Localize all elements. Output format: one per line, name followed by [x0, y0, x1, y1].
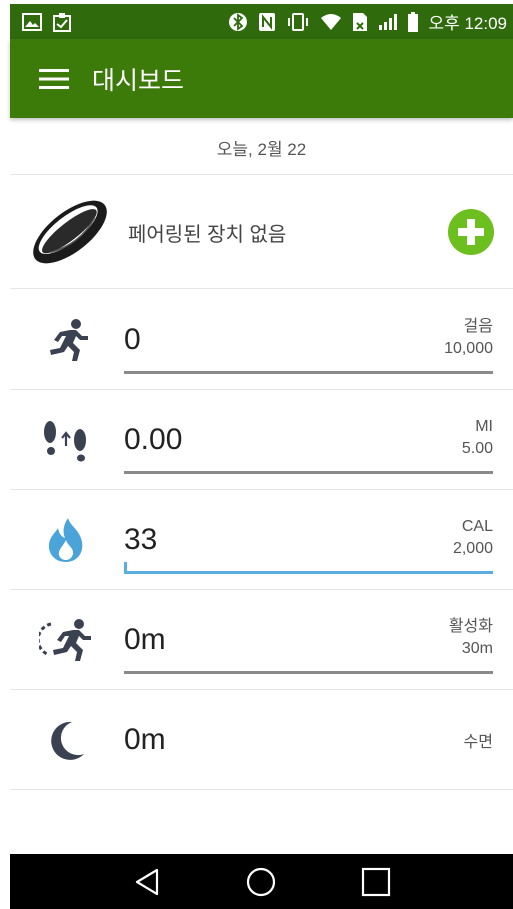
calories-goal: CAL 2,000: [453, 516, 493, 560]
status-left: [22, 12, 72, 32]
sleep-value: 0m: [124, 723, 166, 756]
back-triangle-icon: [136, 868, 159, 895]
home-button[interactable]: [231, 857, 291, 907]
flame-icon: [38, 515, 94, 565]
sleep-goal: 수면: [464, 732, 493, 754]
running-person-icon: [38, 315, 94, 365]
metric-sleep[interactable]: 0m 수면: [10, 690, 513, 790]
status-right: 오후 12:09: [228, 9, 507, 34]
steps-progress-bar: [124, 371, 493, 374]
distance-unit: MI: [475, 418, 493, 435]
signal-icon: [378, 13, 398, 31]
bluetooth-icon: [228, 12, 248, 32]
hamburger-menu-icon: [39, 68, 69, 89]
metric-calories[interactable]: 33 CAL 2,000: [10, 490, 513, 590]
image-icon: [22, 12, 42, 31]
metric-active[interactable]: 0m 활성화 30m: [10, 590, 513, 690]
active-unit: 활성화: [448, 618, 493, 635]
date-selector[interactable]: 오늘, 2월 22: [10, 120, 513, 175]
recents-square-icon: [361, 867, 390, 896]
calories-progress-marker: [124, 562, 127, 574]
steps-unit: 걸음: [463, 318, 493, 335]
calories-progress-bar: [124, 562, 493, 574]
distance-goal-value: 5.00: [461, 440, 493, 457]
date-label: 오늘, 2월 22: [216, 139, 307, 159]
active-goal: 활성화 30m: [449, 616, 493, 660]
nfc-icon: [258, 12, 276, 32]
metric-steps[interactable]: 0 걸음 10,000: [10, 290, 513, 390]
menu-button[interactable]: [24, 49, 84, 109]
distance-value: 0.00: [124, 423, 183, 456]
active-value: 0m: [124, 623, 166, 656]
clipboard-check-icon: [52, 12, 72, 32]
steps-value: 0: [124, 323, 141, 356]
steps-goal-value: 10,000: [444, 340, 493, 357]
status-time: 오후 12:09: [428, 14, 507, 33]
recents-button[interactable]: [346, 857, 406, 907]
back-button[interactable]: [117, 857, 177, 907]
calories-value: 33: [124, 523, 158, 556]
fitness-band-icon: [20, 182, 120, 282]
active-timer-icon: [38, 615, 94, 665]
app-bar: 대시보드: [10, 39, 513, 118]
wifi-icon: [320, 13, 342, 31]
system-nav-bar: [10, 854, 513, 909]
moon-icon: [38, 715, 94, 765]
status-bar: 오후 12:09: [10, 4, 513, 39]
sim-off-icon: [352, 12, 368, 32]
device-row[interactable]: 페어링된 장치 없음: [10, 176, 513, 289]
page-title: 대시보드: [92, 66, 185, 95]
sleep-unit: 수면: [463, 734, 493, 751]
calories-goal-value: 2,000: [452, 540, 493, 557]
active-progress-bar: [124, 671, 493, 674]
add-circle-icon: [448, 209, 494, 255]
home-circle-icon: [247, 867, 276, 896]
distance-goal: MI 5.00: [462, 416, 493, 460]
steps-goal: 걸음 10,000: [444, 316, 493, 360]
calories-unit: CAL: [461, 518, 493, 535]
vibrate-icon: [286, 12, 310, 32]
footsteps-icon: [38, 415, 94, 465]
distance-progress-bar: [124, 471, 493, 474]
add-device-button[interactable]: [447, 208, 495, 256]
metric-distance[interactable]: 0.00 MI 5.00: [10, 390, 513, 490]
battery-icon: [408, 11, 419, 32]
device-status-label: 페어링된 장치 없음: [128, 223, 287, 246]
active-goal-value: 30m: [461, 640, 493, 657]
